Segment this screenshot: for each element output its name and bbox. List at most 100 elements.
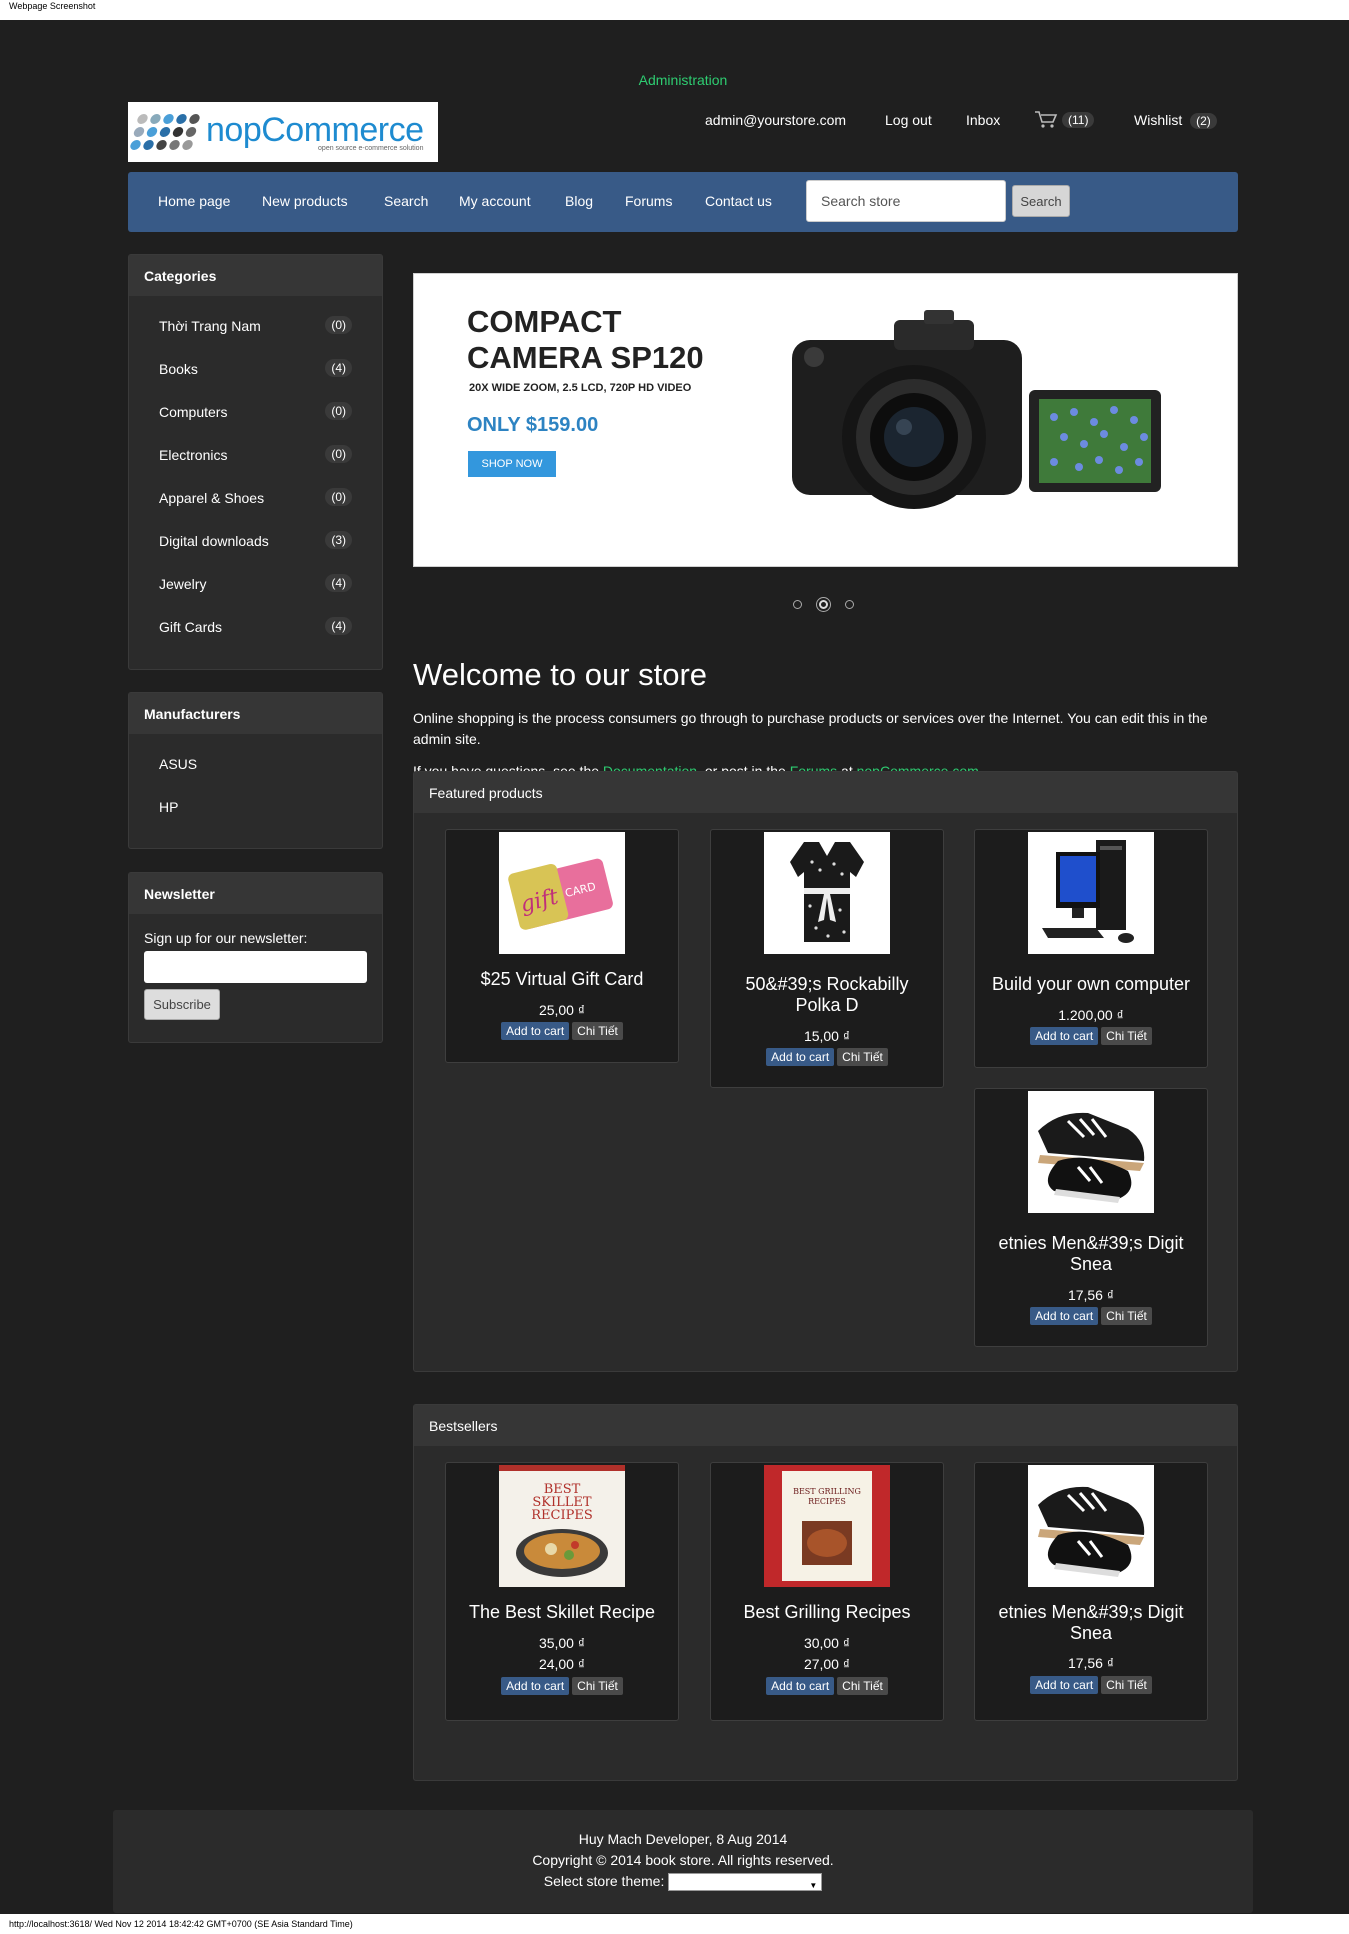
product-card[interactable]: BEST SKILLET RECIPES The Best Skillet Re…	[445, 1462, 679, 1721]
add-to-cart-button[interactable]: Add to cart	[501, 1677, 570, 1695]
product-name[interactable]: The Best Skillet Recipe	[456, 1602, 668, 1623]
nav-home-page[interactable]: Home page	[158, 193, 230, 209]
account-email-link[interactable]: admin@yourstore.com	[705, 112, 846, 128]
logo-name: nopCommerce	[206, 110, 424, 149]
product-image[interactable]	[1028, 832, 1154, 954]
footer-copyright: Copyright © 2014 book store. All rights …	[532, 1852, 834, 1868]
product-card[interactable]: BEST GRILLING RECIPES Best Grilling Reci…	[710, 1462, 944, 1721]
product-name[interactable]: 50&#39;s Rockabilly Polka D	[721, 974, 933, 1016]
screenshot-caption: Webpage Screenshot	[0, 0, 1349, 20]
category-item[interactable]: Gift Cards (4)	[129, 605, 382, 648]
page: Administration nopCommerce open source e…	[0, 20, 1349, 1914]
inbox-link[interactable]: Inbox	[966, 112, 1000, 128]
details-button[interactable]: Chi Tiết	[837, 1677, 888, 1695]
category-item[interactable]: Thời Trang Nam (0)	[129, 304, 382, 347]
logo-dots-icon	[129, 114, 201, 150]
nav-search[interactable]: Search	[384, 193, 428, 209]
details-button[interactable]: Chi Tiết	[572, 1677, 623, 1695]
nav-my-account[interactable]: My account	[459, 193, 531, 209]
administration-link[interactable]: Administration	[0, 72, 1349, 88]
bestsellers-panel: Bestsellers BEST SKILLET RECIPES The Bes…	[413, 1404, 1238, 1781]
product-image[interactable]: gift CARD	[499, 832, 625, 954]
details-button[interactable]: Chi Tiết	[572, 1022, 623, 1040]
manufacturer-item-hp[interactable]: HP	[129, 785, 382, 828]
logout-link[interactable]: Log out	[885, 112, 932, 128]
category-count: (4)	[325, 617, 352, 635]
store-theme-select[interactable]	[668, 1873, 823, 1896]
sneaker-icon	[1028, 1091, 1154, 1213]
wishlist-link[interactable]: Wishlist (2)	[1134, 112, 1217, 129]
product-name[interactable]: Best Grilling Recipes	[721, 1602, 933, 1623]
search-store-input[interactable]: Search store	[806, 180, 1006, 222]
nav-contact-us[interactable]: Contact us	[705, 193, 772, 209]
category-count: (4)	[325, 359, 352, 377]
category-item[interactable]: Computers (0)	[129, 390, 382, 433]
theme-selector-row: Select store theme:	[113, 1871, 1253, 1896]
shop-now-button[interactable]: SHOP NOW	[468, 451, 556, 477]
product-card[interactable]: 50&#39;s Rockabilly Polka D 15,00 ₫ Add …	[710, 829, 944, 1088]
manufacturers-block: Manufacturers ASUS HP	[128, 692, 383, 849]
product-buttons: Add to cart Chi Tiết	[446, 1677, 678, 1695]
add-to-cart-button[interactable]: Add to cart	[766, 1677, 835, 1695]
nav-forums[interactable]: Forums	[625, 193, 672, 209]
product-card[interactable]: etnies Men&#39;s Digit Snea 17,56 ₫ Add …	[974, 1462, 1208, 1721]
slider-dot-active[interactable]	[819, 600, 828, 609]
slider-pagination	[793, 600, 854, 609]
book-cover-title: BEST GRILLING RECIPES	[793, 1487, 861, 1506]
nav-new-products[interactable]: New products	[262, 193, 348, 209]
add-to-cart-button[interactable]: Add to cart	[501, 1022, 570, 1040]
newsletter-email-input[interactable]	[144, 951, 367, 983]
product-old-price: 30,00 ₫	[803, 1635, 851, 1651]
add-to-cart-button[interactable]: Add to cart	[1030, 1676, 1099, 1694]
product-image[interactable]: BEST GRILLING RECIPES	[764, 1465, 890, 1587]
category-label: Electronics	[159, 447, 228, 463]
slider-dot[interactable]	[793, 600, 802, 609]
manufacturer-item-asus[interactable]: ASUS	[129, 742, 382, 785]
category-item[interactable]: Books (4)	[129, 347, 382, 390]
product-image[interactable]	[1028, 1465, 1154, 1587]
add-to-cart-button[interactable]: Add to cart	[766, 1048, 835, 1066]
cart-link[interactable]: (11)	[1034, 110, 1095, 130]
store-logo[interactable]: nopCommerce open source e-commerce solut…	[128, 102, 438, 162]
product-name[interactable]: etnies Men&#39;s Digit Snea	[985, 1602, 1197, 1644]
details-button[interactable]: Chi Tiết	[837, 1048, 888, 1066]
product-card[interactable]: Build your own computer 1.200,00 ₫ Add t…	[974, 829, 1208, 1068]
category-item[interactable]: Apparel & Shoes (0)	[129, 476, 382, 519]
wishlist-count-badge: (2)	[1190, 113, 1217, 129]
category-item[interactable]: Electronics (0)	[129, 433, 382, 476]
product-card[interactable]: gift CARD $25 Virtual Gift Card 25,00 ₫ A…	[445, 829, 679, 1063]
search-button[interactable]: Search	[1012, 185, 1070, 217]
add-to-cart-button[interactable]: Add to cart	[1030, 1027, 1099, 1045]
nav-blog[interactable]: Blog	[565, 193, 593, 209]
product-name[interactable]: Build your own computer	[985, 974, 1197, 995]
grilling-book-icon	[764, 1465, 890, 1587]
product-card[interactable]: etnies Men&#39;s Digit Snea 17,56 ₫ Add …	[974, 1088, 1208, 1347]
details-button[interactable]: Chi Tiết	[1101, 1676, 1152, 1694]
product-price: 15,00 ₫	[803, 1028, 851, 1044]
add-to-cart-button[interactable]: Add to cart	[1030, 1307, 1099, 1325]
footer: Huy Mach Developer, 8 Aug 2014 Copyright…	[113, 1810, 1253, 1913]
product-price: 25,00 ₫	[538, 1002, 586, 1018]
cart-count-badge: (11)	[1062, 112, 1095, 128]
product-image[interactable]	[1028, 1091, 1154, 1213]
slider-dot[interactable]	[845, 600, 854, 609]
product-name[interactable]: $25 Virtual Gift Card	[456, 969, 668, 990]
category-item[interactable]: Digital downloads (3)	[129, 519, 382, 562]
subscribe-button[interactable]: Subscribe	[144, 989, 220, 1020]
category-label: Gift Cards	[159, 619, 223, 635]
details-button[interactable]: Chi Tiết	[1101, 1307, 1152, 1325]
product-image[interactable]	[764, 832, 890, 954]
category-count: (0)	[325, 316, 352, 334]
slide-title-line2: CAMERA SP120	[467, 340, 704, 375]
category-count: (3)	[325, 531, 352, 549]
bestsellers-title: Bestsellers	[414, 1405, 1237, 1446]
details-button[interactable]: Chi Tiết	[1101, 1027, 1152, 1045]
category-label: Apparel & Shoes	[159, 490, 265, 506]
product-name[interactable]: etnies Men&#39;s Digit Snea	[985, 1233, 1197, 1275]
home-slider[interactable]: COMPACT CAMERA SP120 20X WIDE ZOOM, 2.5 …	[413, 273, 1238, 567]
slide-subtitle: 20X WIDE ZOOM, 2.5 LCD, 720P HD VIDEO	[469, 382, 692, 394]
product-image[interactable]: BEST SKILLET RECIPES	[499, 1465, 625, 1587]
category-item[interactable]: Jewelry (4)	[129, 562, 382, 605]
product-price: 27,00 ₫	[803, 1656, 851, 1672]
category-count: (4)	[325, 574, 352, 592]
